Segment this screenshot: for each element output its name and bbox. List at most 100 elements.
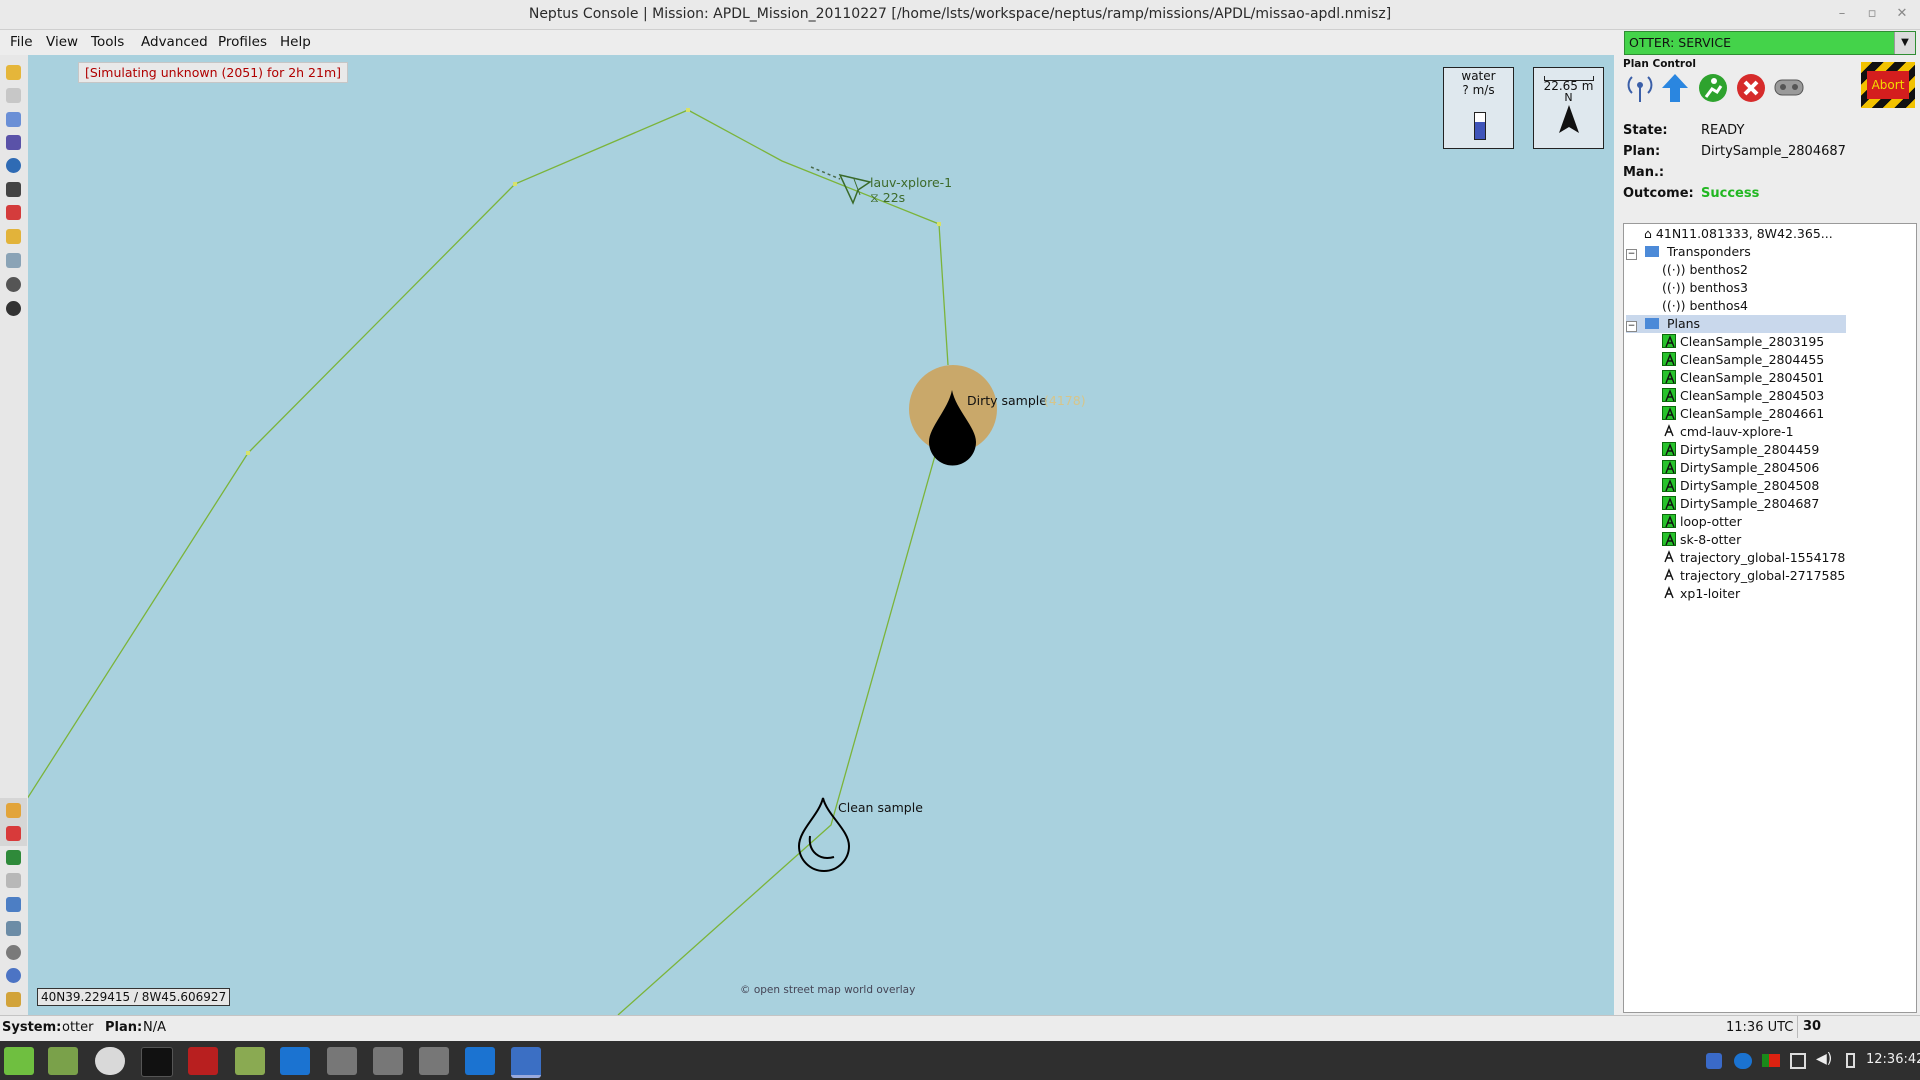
app-red-icon[interactable] — [188, 1047, 218, 1075]
taskbar-clock[interactable]: 12:36:42 — [1866, 1052, 1920, 1067]
neptus-icon[interactable] — [511, 1047, 541, 1078]
plan-valid-icon — [1662, 370, 1676, 384]
plan-item-label: sk-8-otter — [1680, 532, 1742, 547]
teamviewer-icon[interactable] — [280, 1047, 310, 1075]
water-speed-widget: water ? m/s — [1443, 67, 1514, 149]
network-icon[interactable] — [1790, 1053, 1806, 1069]
sun-icon[interactable] — [6, 65, 21, 80]
water-speed-value: ? m/s — [1462, 83, 1495, 97]
menu-file[interactable]: File — [10, 34, 33, 50]
transponder-item[interactable]: ((·)) benthos4 — [1662, 297, 1748, 315]
chart-icon[interactable] — [6, 253, 21, 268]
chrome-icon[interactable] — [95, 1047, 125, 1075]
north-arrow-icon — [1559, 105, 1579, 133]
plans-folder[interactable]: − Plans — [1626, 315, 1846, 333]
globe-icon[interactable] — [6, 112, 21, 127]
teamviewer-icon[interactable] — [465, 1047, 495, 1075]
plan-item[interactable]: DirtySample_2804459 — [1662, 441, 1819, 459]
folder-taskbar-icon[interactable] — [235, 1047, 265, 1075]
transponder-item[interactable]: ((·)) benthos2 — [1662, 261, 1748, 279]
home-reference-item[interactable]: ⌂ 41N11.081333, 8W42.365... — [1644, 225, 1833, 243]
ruler-icon[interactable] — [6, 803, 21, 818]
plan-item[interactable]: trajectory_global-2717585 — [1662, 567, 1845, 585]
map-view[interactable]: [Simulating unknown (2051) for 2h 21m] l… — [28, 55, 1614, 1015]
plan-valid-icon — [1662, 532, 1676, 546]
plan-item[interactable]: CleanSample_2803195 — [1662, 333, 1824, 351]
terminal-icon[interactable] — [141, 1047, 173, 1077]
plan-control-title: Plan Control — [1623, 58, 1696, 70]
menu-tools[interactable]: Tools — [91, 34, 124, 50]
transponder-item[interactable]: ((·)) benthos3 — [1662, 279, 1748, 297]
plan-item[interactable]: CleanSample_2804455 — [1662, 351, 1824, 369]
pencil-icon[interactable] — [6, 205, 21, 220]
plan-item[interactable]: CleanSample_2804661 — [1662, 405, 1824, 423]
abort-button[interactable]: Abort — [1861, 62, 1915, 108]
teamviewer-tray-icon[interactable] — [1734, 1053, 1752, 1069]
mint-menu-icon[interactable] — [4, 1047, 34, 1075]
transponders-folder[interactable]: − Transponders — [1626, 243, 1751, 261]
plan-item[interactable]: xp1-loiter — [1662, 585, 1740, 603]
plan-item[interactable]: cmd-lauv-xplore-1 — [1662, 423, 1794, 441]
plan-item[interactable]: sk-8-otter — [1662, 531, 1741, 549]
vehicle-trail — [810, 166, 841, 180]
stop-plan-icon[interactable] — [1735, 72, 1767, 104]
route-icon[interactable] — [6, 850, 21, 865]
wifi-app-icon[interactable] — [327, 1047, 357, 1075]
info-icon[interactable] — [6, 968, 21, 983]
home-icon: ⌂ — [1644, 226, 1656, 241]
video-icon[interactable] — [6, 921, 21, 936]
plan-route-line-south — [617, 444, 939, 1015]
layers-icon[interactable] — [6, 135, 21, 150]
plan-valid-icon — [1662, 514, 1676, 528]
target-icon[interactable] — [6, 301, 21, 316]
maximize-button[interactable]: ▫ — [1860, 0, 1884, 29]
menu-advanced[interactable]: Advanced — [141, 34, 208, 50]
plan-item-label: loop-otter — [1680, 514, 1742, 529]
plan-item-label: DirtySample_2804687 — [1680, 496, 1820, 511]
collapse-icon[interactable]: − — [1626, 321, 1637, 332]
plan-valid-icon — [1662, 406, 1676, 420]
plan-item[interactable]: CleanSample_2804501 — [1662, 369, 1824, 387]
binoculars-icon[interactable] — [6, 182, 21, 197]
mission-tree[interactable]: ⌂ 41N11.081333, 8W42.365... − Transponde… — [1623, 223, 1917, 1013]
antenna-icon[interactable] — [1625, 72, 1655, 104]
plan-item[interactable]: DirtySample_2804687 — [1662, 495, 1819, 513]
chevron-down-icon[interactable]: ▼ — [1894, 32, 1915, 54]
files-icon[interactable] — [48, 1047, 78, 1075]
water-gauge-icon — [1474, 112, 1486, 140]
menu-help[interactable]: Help — [280, 34, 311, 50]
grid-icon[interactable] — [6, 897, 21, 912]
layer-stack-icon[interactable] — [6, 992, 21, 1007]
plan-item[interactable]: DirtySample_2804508 — [1662, 477, 1819, 495]
tool-icon[interactable] — [6, 88, 21, 103]
collapse-icon[interactable]: − — [1626, 249, 1637, 260]
plan-item[interactable]: CleanSample_2804503 — [1662, 387, 1824, 405]
shield-icon[interactable] — [1706, 1053, 1722, 1069]
state-value: READY — [1701, 123, 1745, 138]
robot-icon[interactable] — [6, 945, 21, 960]
sphere-icon[interactable] — [6, 158, 21, 173]
plan-item[interactable]: DirtySample_2804506 — [1662, 459, 1819, 477]
vehicle-selector[interactable]: OTTER: SERVICE ▼ — [1624, 31, 1916, 55]
minimize-button[interactable]: – — [1830, 0, 1854, 29]
gamepad-icon[interactable] — [1772, 76, 1806, 100]
wifi-app-icon[interactable] — [419, 1047, 449, 1075]
plan-item[interactable]: trajectory_global-1554178 — [1662, 549, 1845, 567]
close-window-button[interactable]: ✕ — [1890, 0, 1914, 29]
start-plan-icon[interactable] — [1697, 72, 1729, 104]
volume-icon[interactable]: ◀) — [1816, 1051, 1832, 1067]
utc-clock: 11:36 UTC — [1726, 1020, 1794, 1035]
notifications-button[interactable]: 30 Notifications — [1797, 1016, 1920, 1056]
printer-icon[interactable] — [6, 873, 21, 888]
send-plan-arrow-icon[interactable] — [1660, 72, 1690, 104]
plan-item[interactable]: loop-otter — [1662, 513, 1742, 531]
wifi-app-icon[interactable] — [373, 1047, 403, 1075]
battery-icon[interactable] — [1846, 1053, 1855, 1068]
menu-view[interactable]: View — [46, 34, 78, 50]
eye-icon[interactable] — [6, 277, 21, 292]
marker-icon[interactable] — [6, 826, 21, 841]
flag-icon[interactable] — [1762, 1054, 1780, 1067]
menu-profiles[interactable]: Profiles — [218, 34, 267, 50]
outcome-row: Outcome: Success — [1623, 186, 1759, 201]
lock-icon[interactable] — [6, 229, 21, 244]
